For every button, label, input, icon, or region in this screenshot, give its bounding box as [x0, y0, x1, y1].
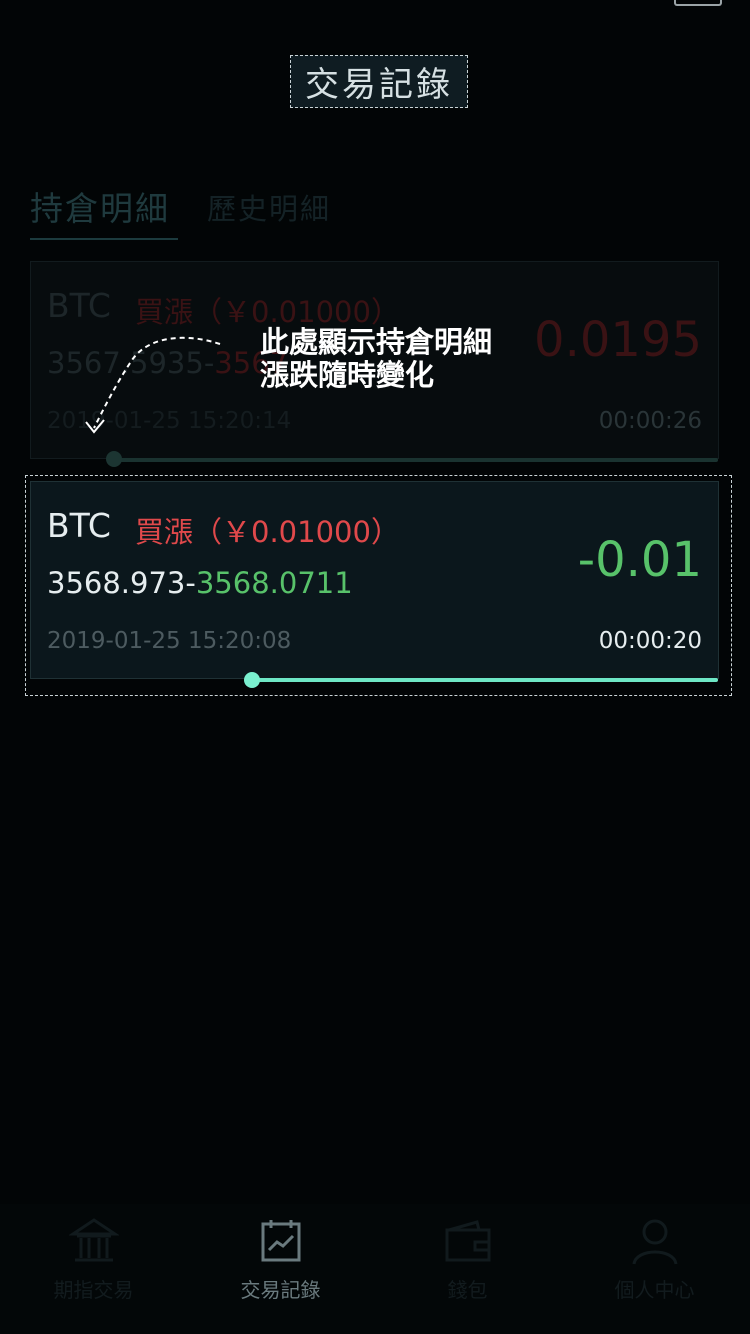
chart-icon — [261, 1220, 300, 1262]
wallet-icon — [445, 1220, 490, 1262]
active-tab-indicator — [30, 238, 178, 240]
countdown-progress-handle — [106, 451, 122, 467]
battery-icon — [674, 0, 722, 6]
position-symbol: BTC — [47, 286, 111, 325]
highlight-outline — [25, 475, 732, 696]
tabbar-label: 期指交易 — [53, 1278, 134, 1302]
bank-icon — [68, 1218, 119, 1262]
status-bar — [0, 0, 750, 8]
countdown-progress-track — [114, 458, 718, 462]
tabbar-item-wallet[interactable]: 錢包 — [374, 1212, 561, 1322]
annotation-line-2: 漲跌隨時變化 — [260, 358, 435, 392]
position-pnl: 0.0195 — [534, 312, 702, 368]
tabbar-item-records[interactable]: 交易記錄 — [187, 1212, 374, 1322]
tab-holdings[interactable]: 持倉明細 — [30, 182, 170, 230]
annotation-line-1: 此處顯示持倉明細 — [260, 325, 493, 359]
curved-arrow-icon — [85, 336, 221, 434]
tabbar-label: 個人中心 — [614, 1278, 695, 1302]
page-title: 交易記錄 — [305, 65, 453, 105]
position-countdown: 00:00:26 — [598, 408, 702, 434]
user-icon — [632, 1219, 677, 1265]
page-title-box: 交易記錄 — [290, 55, 468, 108]
tabbar-label: 錢包 — [447, 1278, 488, 1302]
bottom-tab-bar: 期指交易 交易記錄 錢包 個人中心 — [0, 1204, 750, 1334]
tabbar-item-futures[interactable]: 期指交易 — [0, 1212, 187, 1322]
annotation-text: 此處顯示持倉明細 漲跌隨時變化 — [260, 326, 492, 392]
tabbar-label: 交易記錄 — [240, 1278, 321, 1302]
tab-history[interactable]: 歷史明細 — [207, 186, 331, 228]
tabbar-item-profile[interactable]: 個人中心 — [561, 1212, 748, 1322]
